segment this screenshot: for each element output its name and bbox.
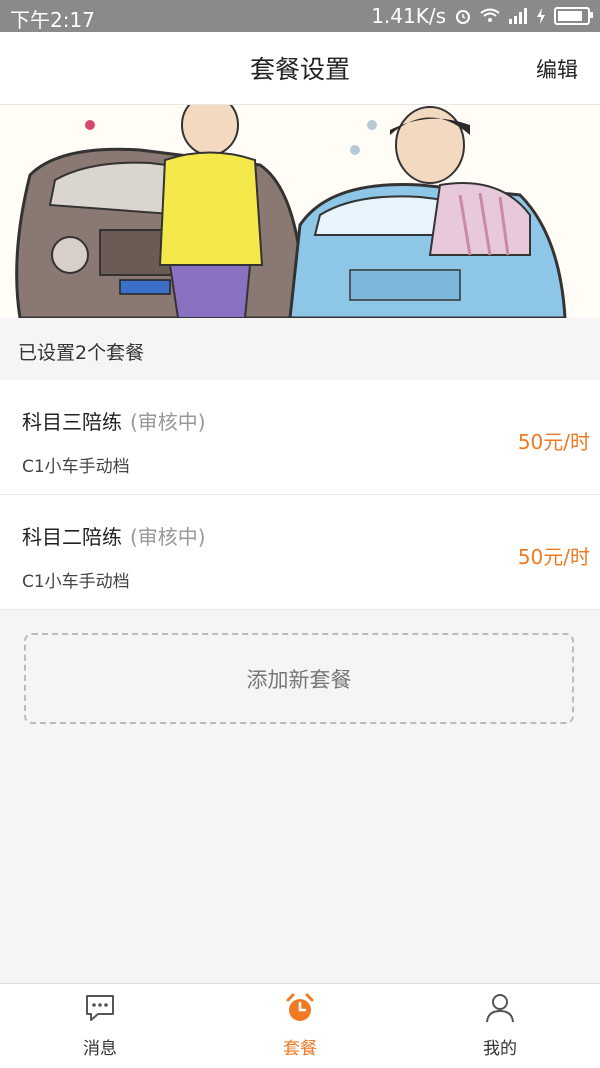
package-item[interactable]: 科目二陪练 (审核中) C1小车手动档 50元/时	[0, 495, 600, 610]
tab-packages[interactable]: 套餐	[200, 984, 400, 1068]
page-title: 套餐设置	[249, 55, 350, 84]
bottom-tab-bar: 消息 套餐 我的	[0, 983, 600, 1068]
add-package-button[interactable]: 添加新套餐	[24, 633, 574, 724]
tab-label: 套餐	[283, 1039, 317, 1059]
vehicle-type: C1小车手动档	[22, 457, 130, 477]
car-accident-illustration	[0, 105, 600, 318]
tab-profile[interactable]: 我的	[400, 984, 600, 1068]
tab-label: 消息	[83, 1039, 117, 1059]
review-status: (审核中)	[130, 525, 206, 549]
tab-messages[interactable]: 消息	[0, 984, 200, 1068]
status-bar: 下午2:17 1.41K/s	[0, 0, 600, 32]
wifi-icon	[480, 8, 500, 22]
package-count-text: 已设置2个套餐	[18, 342, 145, 364]
charging-icon	[537, 8, 545, 24]
signal-icon	[509, 8, 527, 24]
tab-label: 我的	[483, 1039, 517, 1059]
status-icons: 1.41K/s	[371, 4, 593, 28]
package-price: 50元/时	[517, 545, 590, 569]
alarm-clock-icon	[286, 993, 314, 1021]
package-price: 50元/时	[517, 430, 590, 454]
package-name-row: 科目二陪练 (审核中)	[22, 521, 206, 550]
alarm-icon	[456, 10, 470, 24]
network-speed: 1.41K/s	[371, 4, 446, 28]
review-status: (审核中)	[130, 410, 206, 434]
chat-icon	[86, 995, 114, 1021]
package-name: 科目二陪练	[22, 525, 122, 549]
banner-image	[0, 105, 600, 318]
vehicle-type: C1小车手动档	[22, 572, 130, 592]
edit-button[interactable]: 编辑	[536, 54, 578, 84]
battery-icon	[554, 7, 593, 25]
title-bar: 套餐设置 编辑	[0, 32, 600, 105]
package-name-row: 科目三陪练 (审核中)	[22, 406, 206, 435]
package-name: 科目三陪练	[22, 410, 122, 434]
user-icon	[486, 994, 514, 1023]
status-time: 下午2:17	[10, 8, 95, 32]
package-item[interactable]: 科目三陪练 (审核中) C1小车手动档 50元/时	[0, 380, 600, 495]
add-package-label: 添加新套餐	[246, 667, 352, 692]
